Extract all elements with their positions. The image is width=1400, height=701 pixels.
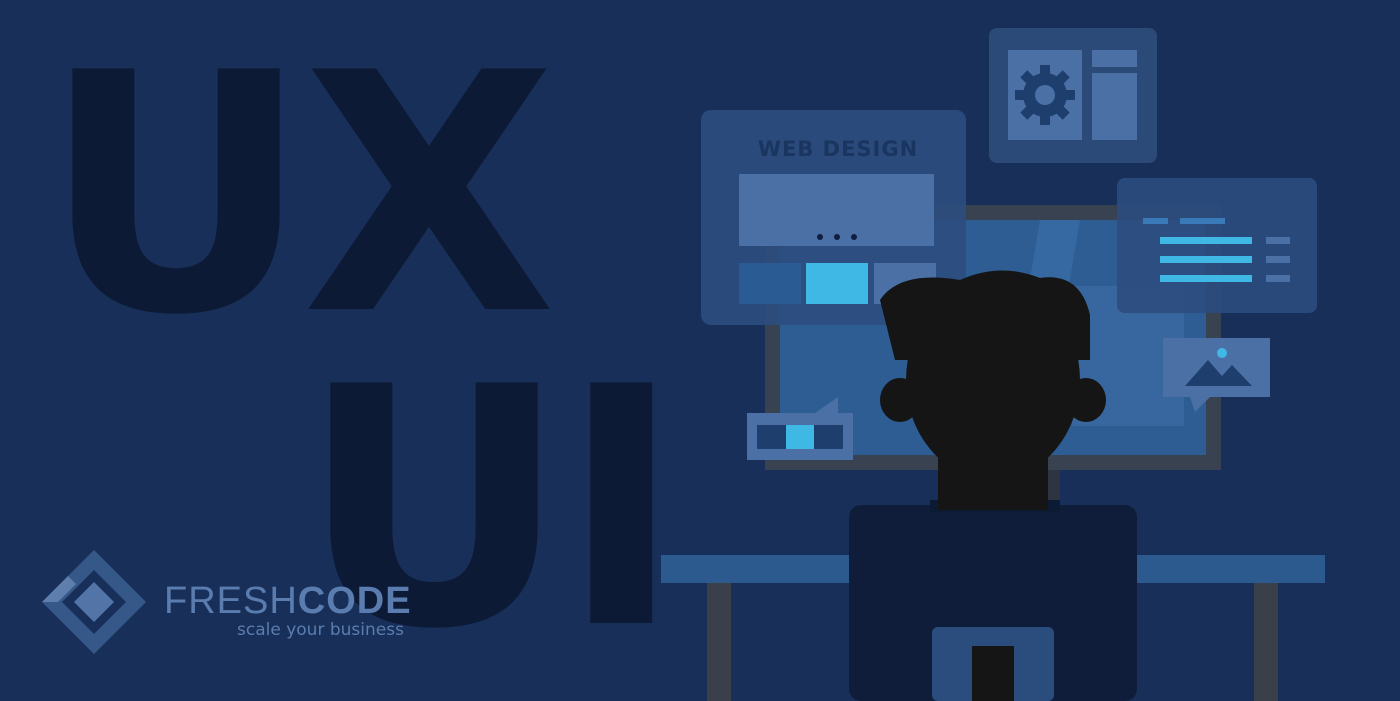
logo-brand-code: CODE [297, 580, 412, 622]
list-card [1117, 178, 1317, 313]
logo-mark-icon [42, 550, 146, 654]
web-design-title: WEB DESIGN [757, 137, 919, 161]
settings-card [989, 28, 1157, 163]
logo-tagline: scale your business [237, 620, 404, 640]
hero-banner: UX UI WEB DESIGN FRESHCODE scale your bu… [0, 0, 1400, 701]
gear-icon [1015, 65, 1075, 125]
logo-brand: FRESHCODE [164, 580, 412, 623]
freshcode-logo: FRESHCODE scale your business [38, 548, 418, 658]
logo-brand-fresh: FRESH [164, 580, 298, 622]
